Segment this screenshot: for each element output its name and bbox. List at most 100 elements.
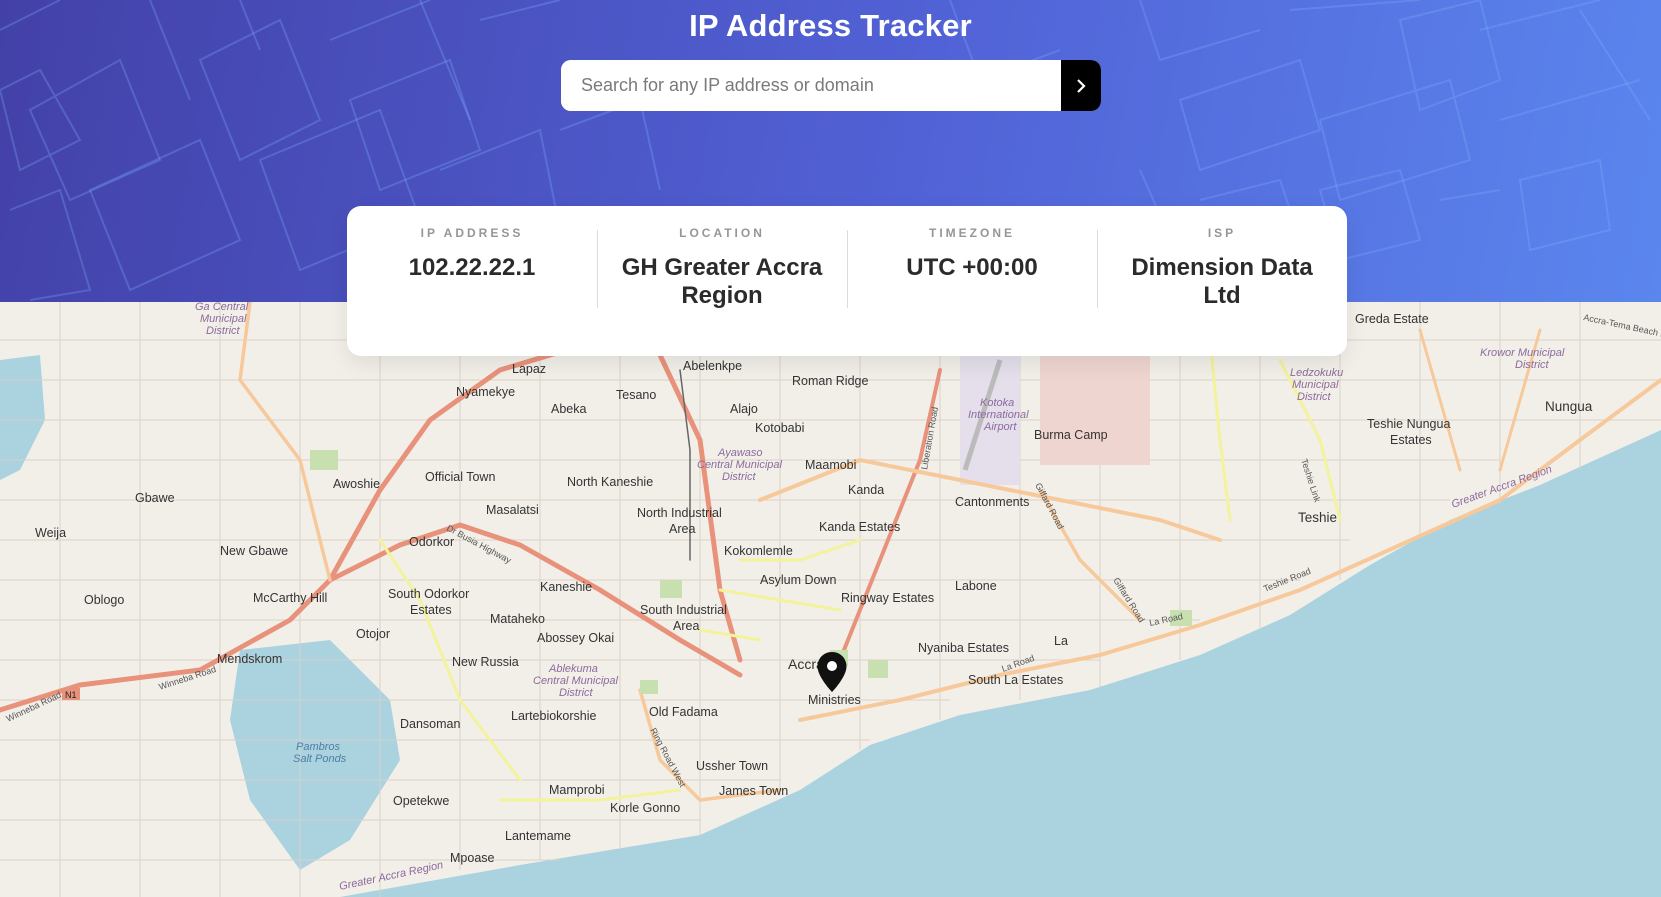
place-label: Estates [410, 603, 452, 617]
place-label: Lapaz [512, 362, 546, 376]
map-canvas[interactable]: Ga Central Municipal District Ayawaso Ce… [0, 302, 1661, 897]
district-label: Ga Central [195, 302, 249, 313]
ip-address-section: IP Address 102.22.22.1 [347, 224, 597, 356]
place-label: Ministries [808, 693, 861, 707]
place-label: Kotobabi [755, 421, 804, 435]
location-section: Location GH Greater Accra Region [597, 224, 847, 356]
place-label: Nyamekye [456, 385, 515, 399]
place-label: Kanda Estates [819, 520, 900, 534]
place-label: Nyaniba Estates [918, 641, 1009, 655]
place-label: Masalatsi [486, 503, 539, 517]
map-military-area [1040, 355, 1150, 465]
place-label: Awoshie [333, 477, 380, 491]
place-label: South La Estates [968, 673, 1063, 687]
district-label: Ablekuma [548, 663, 598, 675]
place-label: La [1054, 634, 1068, 648]
place-label: Estates [1390, 433, 1432, 447]
place-label: Nungua [1545, 399, 1593, 414]
place-label: Kokomlemle [724, 544, 793, 558]
district-label: Municipal [1292, 379, 1339, 391]
place-label: Roman Ridge [792, 374, 868, 388]
place-label: North Industrial [637, 506, 722, 520]
place-label: Teshie Nungua [1367, 417, 1450, 431]
district-label: District [559, 687, 594, 699]
water-label: Salt Ponds [293, 753, 347, 765]
timezone-section: Timezone UTC +00:00 [847, 224, 1097, 356]
district-label: Ledzokuku [1290, 367, 1343, 379]
timezone-value: UTC +00:00 [906, 254, 1038, 281]
place-label: Dansoman [400, 717, 460, 731]
place-label: North Kaneshie [567, 475, 653, 489]
place-label: Gbawe [135, 491, 175, 505]
location-value: GH Greater Accra Region [621, 254, 823, 309]
district-label: District [722, 471, 757, 483]
place-label: Asylum Down [760, 573, 836, 587]
place-label: Area [673, 619, 699, 633]
place-label: Abelenkpe [683, 359, 742, 373]
district-label: Kotoka [980, 397, 1014, 409]
place-label: South Industrial [640, 603, 727, 617]
place-label: Otojor [356, 627, 390, 641]
place-label: Ussher Town [696, 759, 768, 773]
isp-label: ISP [1207, 226, 1237, 240]
place-label: James Town [719, 784, 788, 798]
ip-address-label: IP Address [420, 226, 524, 240]
place-label: Mamprobi [549, 783, 605, 797]
place-label: Old Fadama [649, 705, 718, 719]
place-label: Odorkor [409, 535, 454, 549]
timezone-label: Timezone [929, 226, 1015, 240]
place-label: Korle Gonno [610, 801, 680, 815]
isp-section: ISP Dimension Data Ltd [1097, 224, 1347, 356]
location-label: Location [679, 226, 765, 240]
place-label: Abeka [551, 402, 586, 416]
isp-value: Dimension Data Ltd [1131, 254, 1313, 309]
place-label: Area [669, 522, 695, 536]
search-submit-button[interactable] [1061, 60, 1101, 111]
place-label: Tesano [616, 388, 656, 402]
location-pin-icon[interactable] [816, 651, 848, 693]
place-label: Ringway Estates [841, 591, 934, 605]
chevron-right-icon [1077, 78, 1086, 93]
district-label: Central Municipal [697, 459, 783, 471]
search-input[interactable] [561, 60, 1061, 111]
district-label: District [1297, 391, 1332, 403]
district-label: District [1515, 359, 1550, 371]
place-label: Labone [955, 579, 997, 593]
district-label: Ayawaso [717, 447, 763, 459]
place-label: Official Town [425, 470, 495, 484]
place-label: Oblogo [84, 593, 124, 607]
place-label: Greda Estate [1355, 312, 1429, 326]
place-label: New Russia [452, 655, 519, 669]
place-label: Lantemame [505, 829, 571, 843]
place-label: New Gbawe [220, 544, 288, 558]
place-label: Mataheko [490, 612, 545, 626]
district-label: International [968, 409, 1029, 421]
place-label: McCarthy Hill [253, 591, 327, 605]
page-title: IP Address Tracker [689, 8, 972, 43]
water-label: Pambros [296, 741, 341, 753]
place-label: Mpoase [450, 851, 495, 865]
place-label: Burma Camp [1034, 428, 1108, 442]
place-label: Kanda [848, 483, 884, 497]
place-label: Kaneshie [540, 580, 592, 594]
road-label: N1 [65, 690, 77, 700]
district-label: Airport [983, 421, 1017, 433]
ip-address-value: 102.22.22.1 [408, 254, 536, 281]
district-label: District [206, 325, 241, 337]
place-label: Lartebiokorshie [511, 709, 597, 723]
place-label: Abossey Okai [537, 631, 614, 645]
place-label: Mendskrom [217, 652, 282, 666]
map-view[interactable]: Ga Central Municipal District Ayawaso Ce… [0, 302, 1661, 897]
district-label: Municipal [200, 313, 247, 325]
place-label: Maamobi [805, 458, 856, 472]
place-label: South Odorkor [388, 587, 469, 601]
place-label: Teshie [1298, 510, 1337, 525]
district-label: Krowor Municipal [1480, 347, 1565, 359]
search-bar [561, 60, 1101, 111]
place-label: Alajo [730, 402, 758, 416]
place-label: Cantonments [955, 495, 1029, 509]
ip-info-card: IP Address 102.22.22.1 Location GH Great… [347, 206, 1347, 356]
place-label: Weija [35, 526, 66, 540]
district-label: Central Municipal [533, 675, 619, 687]
place-label: Opetekwe [393, 794, 449, 808]
